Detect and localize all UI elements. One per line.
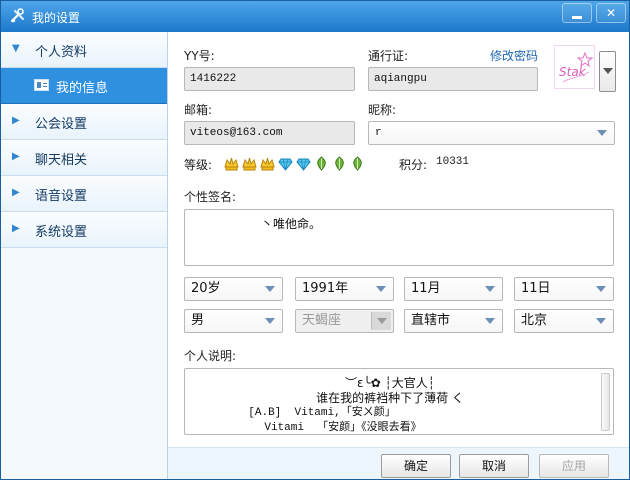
birth-month-select[interactable]: 11月 xyxy=(404,277,503,301)
birth-month-value: 11月 xyxy=(411,281,441,296)
sidebar-item-label: 语音设置 xyxy=(35,189,88,204)
description-label: 个人说明: xyxy=(184,349,237,363)
passport-field: aqiangpu xyxy=(368,67,538,91)
province-value: 直辖市 xyxy=(411,313,451,328)
chevron-down-icon xyxy=(596,318,606,324)
chevron-down-icon xyxy=(485,286,495,292)
tools-icon xyxy=(10,8,25,23)
description-line: 谁在我的裤裆种下了薄荷 く xyxy=(316,391,464,405)
avatar-image: Stak xyxy=(555,46,594,88)
zodiac-value: 天蝎座 xyxy=(302,313,342,328)
triangle-right-icon: ▶ xyxy=(12,187,20,198)
description-line: [A.B] Vitami,「安ㄨ颜」 xyxy=(248,407,396,419)
city-value: 北京 xyxy=(521,313,548,328)
leaf-icon xyxy=(335,156,344,171)
zodiac-select: 天蝎座 xyxy=(295,309,394,333)
chevron-down-icon xyxy=(265,318,275,324)
sidebar-item-chat[interactable]: ▶ 聊天相关 xyxy=(1,140,167,176)
signature-value: 丶唯他命。 xyxy=(261,217,322,231)
minimize-icon xyxy=(572,15,582,19)
gender-select[interactable]: 男 xyxy=(184,309,283,333)
chevron-down-icon xyxy=(597,130,607,136)
sidebar-item-label: 公会设置 xyxy=(35,117,88,132)
cancel-button[interactable]: 取消 xyxy=(459,454,529,478)
yy-field: 1416222 xyxy=(184,67,355,91)
window-title: 我的设置 xyxy=(32,11,81,25)
chevron-down-icon xyxy=(376,286,386,292)
id-card-icon xyxy=(34,79,49,91)
triangle-right-icon: ▶ xyxy=(12,115,20,126)
sidebar-item-voice[interactable]: ▶ 语音设置 xyxy=(1,176,167,212)
nickname-select[interactable]: r xyxy=(368,121,615,145)
crown-icon xyxy=(260,157,275,171)
description-input[interactable]: ︶ε╰✿ ┆大官人┆ 谁在我的裤裆种下了薄荷 く [A.B] Vitami,「安… xyxy=(184,368,614,435)
birth-day-select[interactable]: 11日 xyxy=(514,277,614,301)
avatar-dropdown-button[interactable] xyxy=(599,51,616,92)
leaf-icon xyxy=(317,156,326,171)
close-icon: ✕ xyxy=(605,6,617,20)
profile-content: YY号: 1416222 通行证: 修改密码 aqiangpu Stak 邮箱:… xyxy=(168,32,629,479)
settings-window: 我的设置 ✕ ▼ 个人资料 我的信息 ▶ 公会设置 ▶ 聊天相关 ▶ 语音设置 … xyxy=(0,0,630,480)
sidebar-item-label: 个人资料 xyxy=(35,45,88,60)
avatar[interactable]: Stak xyxy=(554,45,595,89)
close-button[interactable]: ✕ xyxy=(596,3,626,23)
chevron-down-icon xyxy=(265,286,275,292)
yy-label: YY号: xyxy=(184,49,215,63)
triangle-down-icon: ▼ xyxy=(12,43,20,54)
title-bar: 我的设置 ✕ xyxy=(1,1,629,32)
dialog-button-bar: 确定 取消 应用 xyxy=(168,447,629,479)
description-scrollbar[interactable] xyxy=(601,373,610,431)
triangle-right-icon: ▶ xyxy=(12,223,20,234)
age-select[interactable]: 20岁 xyxy=(184,277,283,301)
sidebar-item-guild-settings[interactable]: ▶ 公会设置 xyxy=(1,104,167,140)
diamond-icon xyxy=(278,158,293,171)
signature-input[interactable]: 丶唯他命。 xyxy=(184,209,614,266)
passport-label: 通行证: xyxy=(368,49,409,63)
birth-day-value: 11日 xyxy=(521,281,551,296)
chevron-down-icon xyxy=(596,286,606,292)
diamond-icon xyxy=(296,158,311,171)
sidebar-item-label: 我的信息 xyxy=(56,81,109,96)
nickname-value: r xyxy=(375,127,382,139)
minimize-button[interactable] xyxy=(562,3,592,23)
apply-button: 应用 xyxy=(539,454,609,478)
description-line: Vitami 「安颜」《没眼去看》 xyxy=(264,422,422,434)
chevron-down-icon xyxy=(371,312,391,330)
change-password-link[interactable]: 修改密码 xyxy=(490,47,538,64)
sidebar-item-label: 聊天相关 xyxy=(35,153,88,168)
email-label: 邮箱: xyxy=(184,103,213,117)
sidebar-item-system[interactable]: ▶ 系统设置 xyxy=(1,212,167,248)
sidebar-item-label: 系统设置 xyxy=(35,225,88,240)
signature-label: 个性签名: xyxy=(184,190,237,204)
province-select[interactable]: 直辖市 xyxy=(404,309,503,333)
nickname-label: 昵称: xyxy=(368,103,397,117)
leaf-icon xyxy=(353,156,362,171)
svg-text:Stak: Stak xyxy=(559,65,587,79)
ok-button[interactable]: 确定 xyxy=(381,454,451,478)
sidebar-item-profile[interactable]: ▼ 个人资料 xyxy=(1,32,167,68)
age-value: 20岁 xyxy=(191,281,221,296)
score-value: 10331 xyxy=(436,156,470,168)
score-label: 积分: xyxy=(399,158,428,172)
email-field: viteos@163.com xyxy=(184,121,355,145)
chevron-down-icon xyxy=(485,318,495,324)
level-label: 等级: xyxy=(184,158,213,172)
description-line: ︶ε╰✿ ┆大官人┆ xyxy=(344,376,436,390)
gender-value: 男 xyxy=(191,313,205,328)
crown-icon xyxy=(224,157,239,171)
triangle-right-icon: ▶ xyxy=(12,151,20,162)
city-select[interactable]: 北京 xyxy=(514,309,614,333)
sidebar-item-my-info[interactable]: 我的信息 xyxy=(1,68,167,104)
birth-year-value: 1991年 xyxy=(302,281,349,296)
birth-year-select[interactable]: 1991年 xyxy=(295,277,394,301)
level-badges xyxy=(224,156,365,171)
level-row: 等级: 积分: 10331 xyxy=(184,155,624,175)
crown-icon xyxy=(242,157,257,171)
